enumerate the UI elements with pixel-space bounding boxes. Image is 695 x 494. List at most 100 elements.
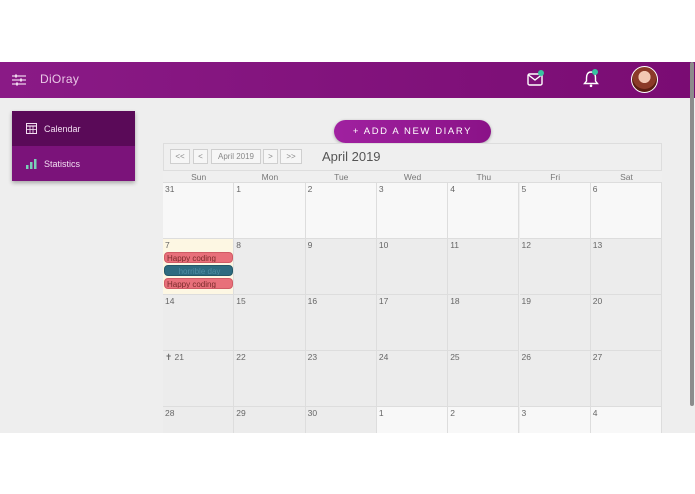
day-number: 30: [307, 408, 318, 418]
day-cell[interactable]: 16: [305, 295, 377, 351]
day-cell[interactable]: 28: [163, 407, 235, 433]
diary-event[interactable]: Happy coding: [164, 278, 233, 289]
day-number: 14: [165, 296, 175, 306]
day-number: 9: [307, 240, 313, 250]
day-number: 4: [450, 184, 455, 194]
day-cell-today[interactable]: 7 Happy coding horrible day Happy coding: [163, 239, 235, 295]
day-number: 18: [450, 296, 460, 306]
day-cell[interactable]: 12: [519, 239, 591, 295]
day-number: ✝ 21: [165, 352, 184, 362]
day-cell[interactable]: 3: [376, 183, 449, 239]
day-cell[interactable]: 3: [519, 407, 591, 433]
day-cell[interactable]: 1: [234, 183, 306, 239]
day-number: 19: [521, 296, 531, 306]
day-cell[interactable]: 19: [519, 295, 591, 351]
sliders-menu-icon[interactable]: [12, 73, 26, 87]
notification-badge: [592, 69, 598, 75]
last-month-button[interactable]: >>: [280, 149, 302, 164]
day-cell[interactable]: 17: [376, 295, 449, 351]
day-number: 6: [592, 184, 598, 194]
day-cell[interactable]: 6: [590, 183, 663, 239]
day-cell[interactable]: 13: [590, 239, 663, 295]
first-month-button[interactable]: <<: [170, 149, 190, 164]
day-number: 7: [165, 240, 170, 250]
day-number: 10: [378, 240, 389, 250]
day-number: 5: [521, 184, 527, 194]
day-cell[interactable]: 27: [590, 351, 663, 407]
day-cell[interactable]: 18: [448, 295, 520, 351]
day-number: 1: [236, 184, 242, 194]
app-title[interactable]: DiOray: [40, 72, 79, 86]
day-cell[interactable]: 30: [305, 407, 377, 433]
day-number: 3: [521, 408, 527, 418]
day-number: 27: [592, 352, 603, 362]
day-number: 16: [307, 296, 318, 306]
day-cell[interactable]: 4: [590, 407, 663, 433]
calendar-week: ✝ 21 22 23 24 25 26 27: [163, 351, 663, 407]
day-number: 26: [521, 352, 531, 362]
day-number: 13: [592, 240, 603, 250]
avatar[interactable]: [631, 66, 658, 93]
calendar-nav-bar: << < April 2019 > >> April 2019: [163, 143, 662, 170]
top-navbar: DiOray: [0, 62, 695, 98]
day-cell[interactable]: 11: [448, 239, 520, 295]
day-cell[interactable]: 22: [234, 351, 306, 407]
day-number: 28: [165, 408, 175, 418]
day-number: 31: [165, 184, 175, 194]
day-cell[interactable]: 20: [590, 295, 663, 351]
day-cell[interactable]: 14: [163, 295, 235, 351]
calendar-grid-icon: [26, 123, 37, 134]
page-scrollbar[interactable]: [690, 62, 694, 406]
mail-badge: [538, 70, 544, 76]
diary-event[interactable]: Happy coding: [164, 252, 233, 263]
calendar-week: 31 1 2 3 4 5 6: [163, 183, 663, 239]
sidebar-item-label: Calendar: [44, 123, 81, 134]
day-number: 20: [592, 296, 603, 306]
day-cell[interactable]: 24: [376, 351, 449, 407]
day-number: 4: [592, 408, 598, 418]
day-cell[interactable]: 23: [305, 351, 377, 407]
add-new-diary-button[interactable]: + ADD A NEW DIARY: [334, 120, 491, 143]
day-number: 11: [450, 240, 460, 250]
day-cell[interactable]: 2: [448, 407, 520, 433]
day-number: 12: [521, 240, 531, 250]
day-cell[interactable]: 10: [376, 239, 449, 295]
day-cell[interactable]: 5: [519, 183, 591, 239]
diary-event[interactable]: horrible day: [164, 265, 233, 276]
day-cell[interactable]: 31: [163, 183, 235, 239]
day-number: 8: [236, 240, 242, 250]
sidebar-item-statistics[interactable]: Statistics: [12, 146, 135, 181]
day-number: 17: [378, 296, 389, 306]
bar-chart-icon: [26, 159, 37, 169]
day-number: 25: [450, 352, 460, 362]
day-cell[interactable]: 1: [376, 407, 449, 433]
day-cell[interactable]: 4: [448, 183, 520, 239]
day-cell[interactable]: 15: [234, 295, 306, 351]
day-cell[interactable]: 25: [448, 351, 520, 407]
app-window: DiOray Calendar Statistics + ADD A NEW D…: [0, 62, 695, 433]
prev-month-button[interactable]: <: [193, 149, 208, 164]
calendar-week: 28 29 30 1 2 3 4: [163, 407, 663, 433]
day-cell[interactable]: 29: [234, 407, 306, 433]
sidebar-item-calendar[interactable]: Calendar: [12, 111, 135, 146]
day-cell[interactable]: ✝ 21: [163, 351, 235, 407]
day-number: 23: [307, 352, 318, 362]
month-picker[interactable]: April 2019: [211, 149, 261, 164]
diary-event-label: horrible day: [178, 267, 221, 276]
sidebar-item-label: Statistics: [44, 158, 81, 169]
day-number: 2: [307, 184, 313, 194]
day-of-week-header: Sun Mon Tue Wed Thu Fri Sat: [163, 170, 662, 183]
day-number: 22: [236, 352, 246, 362]
day-cell[interactable]: 8: [234, 239, 306, 295]
day-number: 24: [378, 352, 389, 362]
calendar-week: 7 Happy coding horrible day Happy coding…: [163, 239, 663, 295]
day-number: 29: [236, 408, 246, 418]
day-cell[interactable]: 9: [305, 239, 377, 295]
month-title: April 2019: [322, 149, 381, 164]
day-cell[interactable]: 2: [305, 183, 377, 239]
next-month-button[interactable]: >: [263, 149, 278, 164]
day-cell[interactable]: 26: [519, 351, 591, 407]
day-number: 1: [378, 408, 384, 418]
calendar-week: 14 15 16 17 18 19 20: [163, 295, 663, 351]
day-number: 15: [236, 296, 246, 306]
